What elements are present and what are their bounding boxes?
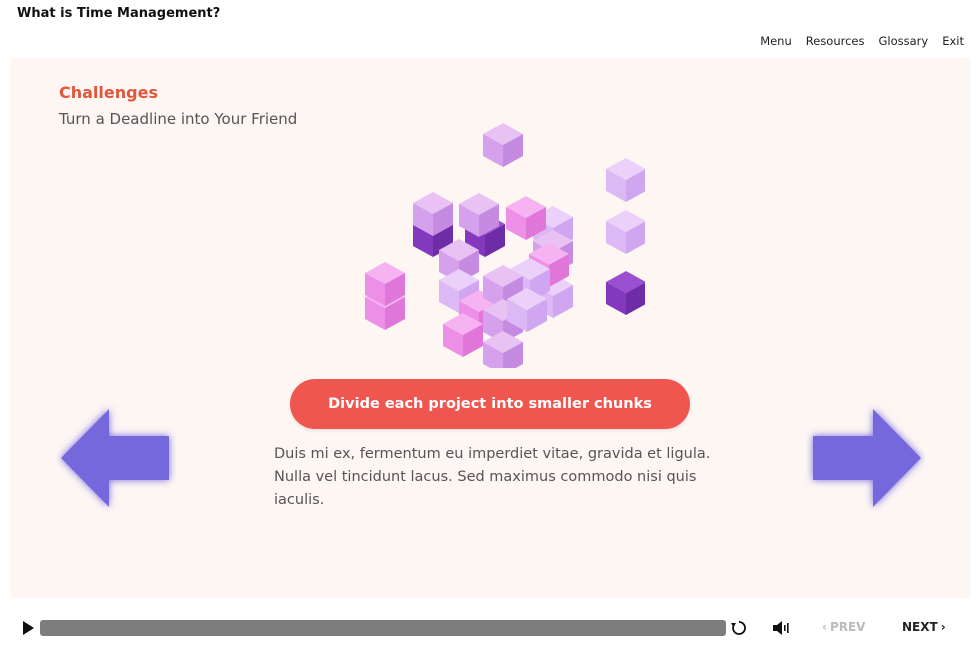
player-bar: ‹ PREV NEXT › <box>0 598 980 658</box>
play-icon[interactable] <box>21 620 35 636</box>
replay-icon[interactable] <box>730 619 748 637</box>
app-window: What is Time Management? Menu Resources … <box>0 0 980 658</box>
next-button-label: NEXT <box>902 620 938 634</box>
tip-pill: Divide each project into smaller chunks <box>290 379 690 429</box>
slide-heading: Challenges <box>59 83 158 102</box>
arrow-right-icon[interactable] <box>805 403 925 513</box>
menu-link-exit[interactable]: Exit <box>942 34 964 48</box>
chevron-left-icon: ‹ <box>822 620 827 634</box>
app-title: What is Time Management? <box>17 6 221 21</box>
menu-link-glossary[interactable]: Glossary <box>879 34 929 48</box>
menu-link-menu[interactable]: Menu <box>760 34 792 48</box>
menu-link-resources[interactable]: Resources <box>806 34 865 48</box>
chevron-right-icon: › <box>940 620 946 634</box>
next-button[interactable]: NEXT › <box>902 620 946 634</box>
prev-button[interactable]: ‹ PREV <box>822 620 865 634</box>
volume-icon[interactable] <box>772 620 790 636</box>
slide-subheading: Turn a Deadline into Your Friend <box>59 110 298 128</box>
top-menu: Menu Resources Glossary Exit <box>760 34 964 48</box>
seek-bar[interactable] <box>40 620 726 636</box>
prev-button-label: PREV <box>829 620 866 634</box>
slide-stage: Challenges Turn a Deadline into Your Fri… <box>10 58 970 598</box>
body-text: Duis mi ex, fermentum eu imperdiet vitae… <box>274 446 711 508</box>
arrow-left-icon[interactable] <box>57 403 177 513</box>
cubes-illustration <box>365 123 645 368</box>
